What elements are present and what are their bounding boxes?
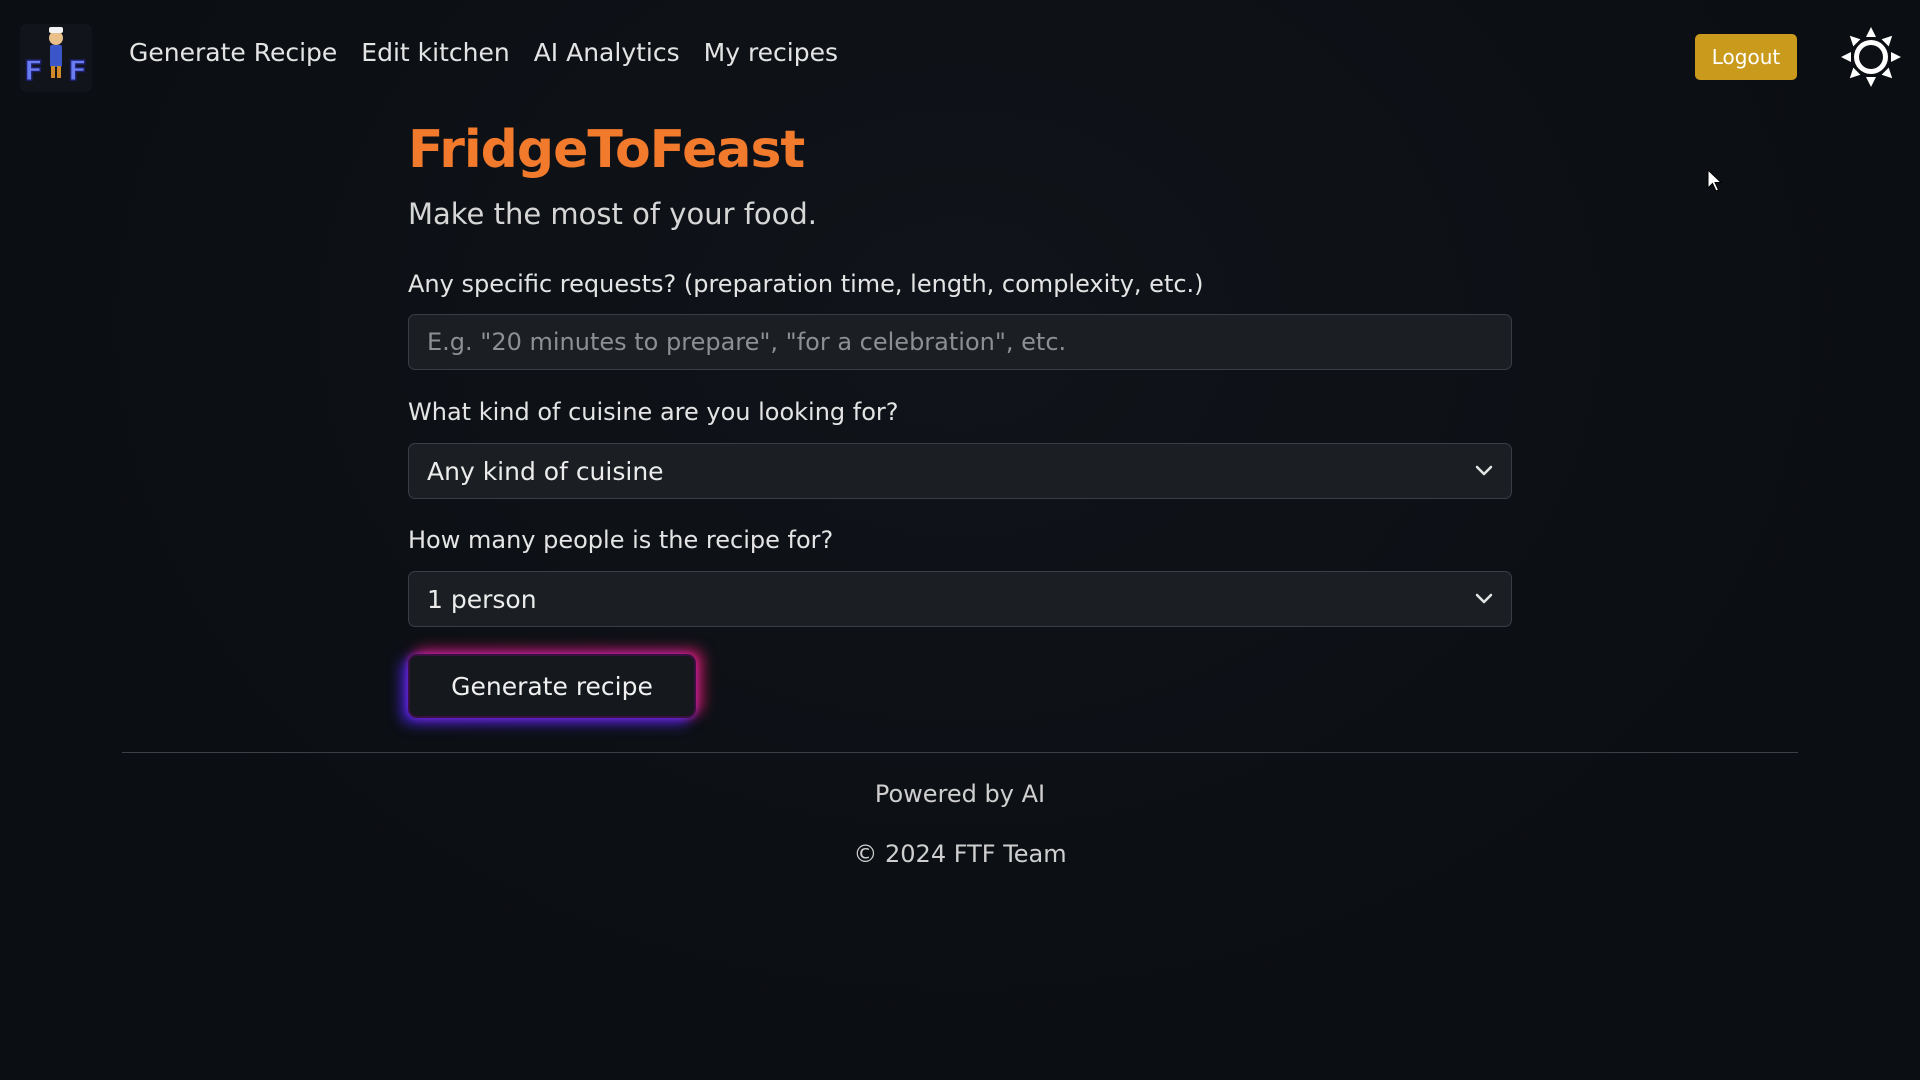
main-content: FridgeToFeast Make the most of your food… [408,118,1512,718]
nav-link-edit-kitchen[interactable]: Edit kitchen [361,38,509,67]
sun-icon [1841,27,1901,87]
footer-divider [122,752,1798,753]
nav-link-generate-recipe[interactable]: Generate Recipe [129,38,337,67]
requests-input[interactable] [408,314,1512,370]
mouse-cursor-icon [1707,169,1723,192]
page: F F Generate Recipe Edit kitchen AI Anal… [0,0,1920,1080]
chevron-down-icon [1475,465,1493,476]
nav-link-my-recipes[interactable]: My recipes [704,38,838,67]
cuisine-label: What kind of cuisine are you looking for… [408,398,899,426]
ftf-logo-icon: F F [20,24,92,92]
logo-letter-f: F [24,54,43,87]
theme-toggle-button[interactable] [1840,26,1902,88]
page-subtitle: Make the most of your food. [408,197,818,231]
people-select[interactable]: 1 person [408,571,1512,627]
people-label: How many people is the recipe for? [408,526,834,554]
nav-link-ai-analytics[interactable]: AI Analytics [534,38,680,67]
logo[interactable]: F F [20,24,92,92]
navbar: F F Generate Recipe Edit kitchen AI Anal… [0,0,1920,114]
footer-copyright: © 2024 FTF Team [853,840,1067,868]
cuisine-select-value: Any kind of cuisine [427,456,664,486]
cuisine-select[interactable]: Any kind of cuisine [408,443,1512,499]
nav-links: Generate Recipe Edit kitchen AI Analytic… [129,38,838,67]
chevron-down-icon [1475,593,1493,604]
people-select-value: 1 person [427,584,537,614]
logout-button[interactable]: Logout [1695,34,1797,80]
requests-label: Any specific requests? (preparation time… [408,270,1204,298]
page-title: FridgeToFeast [408,120,805,180]
logo-letter-f: F [68,54,87,87]
footer-powered: Powered by AI [874,780,1046,808]
generate-recipe-button[interactable]: Generate recipe [408,654,696,718]
